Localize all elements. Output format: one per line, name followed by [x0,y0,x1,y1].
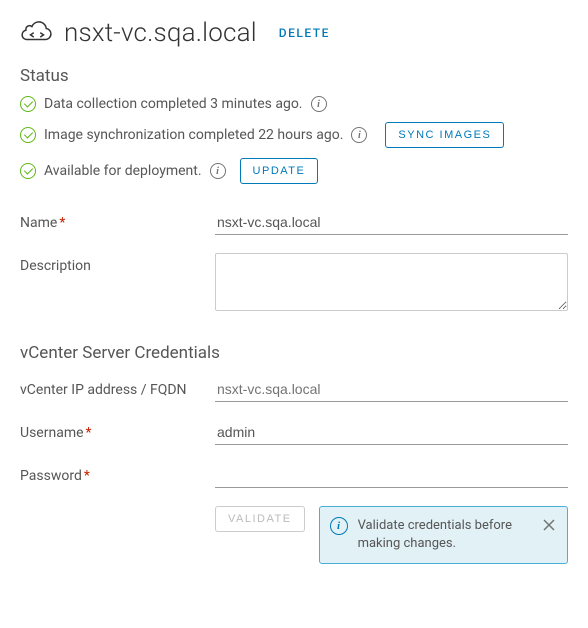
username-label: Username* [20,420,215,444]
close-icon[interactable] [541,517,557,536]
validate-alert: i Validate credentials before making cha… [319,506,568,564]
status-text: Image synchronization completed 22 hours… [44,127,343,143]
info-icon[interactable]: i [351,127,367,143]
description-textarea[interactable] [215,253,568,311]
alert-text: Validate credentials before making chang… [358,517,531,553]
password-row: Password* [20,463,568,488]
ip-input[interactable] [215,377,568,402]
description-row: Description [20,253,568,315]
check-icon [20,96,36,112]
cloud-icon [20,20,54,46]
update-button[interactable]: UPDATE [240,158,319,184]
check-icon [20,127,36,143]
label-text: Username [20,425,84,441]
description-label: Description [20,253,215,277]
required-marker: * [86,425,92,441]
validate-row: VALIDATE i Validate credentials before m… [215,506,568,564]
check-icon [20,163,36,179]
required-marker: * [84,468,90,484]
status-heading: Status [20,66,568,86]
status-row-available: Available for deployment. i UPDATE [20,158,568,184]
name-input[interactable] [215,210,568,235]
info-icon[interactable]: i [311,96,327,112]
info-icon: i [330,517,348,535]
name-row: Name* [20,210,568,235]
ip-label: vCenter IP address / FQDN [20,377,215,401]
status-text: Data collection completed 3 minutes ago. [44,96,303,112]
status-row-data-collection: Data collection completed 3 minutes ago.… [20,96,568,112]
label-text: Name [20,215,57,231]
status-row-image-sync: Image synchronization completed 22 hours… [20,122,568,148]
validate-button[interactable]: VALIDATE [215,506,305,532]
password-input[interactable] [215,463,568,488]
required-marker: * [59,215,65,231]
name-label: Name* [20,210,215,234]
credentials-heading: vCenter Server Credentials [20,343,568,363]
info-icon[interactable]: i [210,163,226,179]
page-title: nsxt-vc.sqa.local [64,18,257,48]
password-label: Password* [20,463,215,487]
status-text: Available for deployment. [44,163,202,179]
ip-row: vCenter IP address / FQDN [20,377,568,402]
username-input[interactable] [215,420,568,445]
username-row: Username* [20,420,568,445]
delete-button[interactable]: DELETE [279,26,330,40]
label-text: Password [20,468,82,484]
page-header: nsxt-vc.sqa.local DELETE [20,18,568,48]
sync-images-button[interactable]: SYNC IMAGES [385,122,504,148]
